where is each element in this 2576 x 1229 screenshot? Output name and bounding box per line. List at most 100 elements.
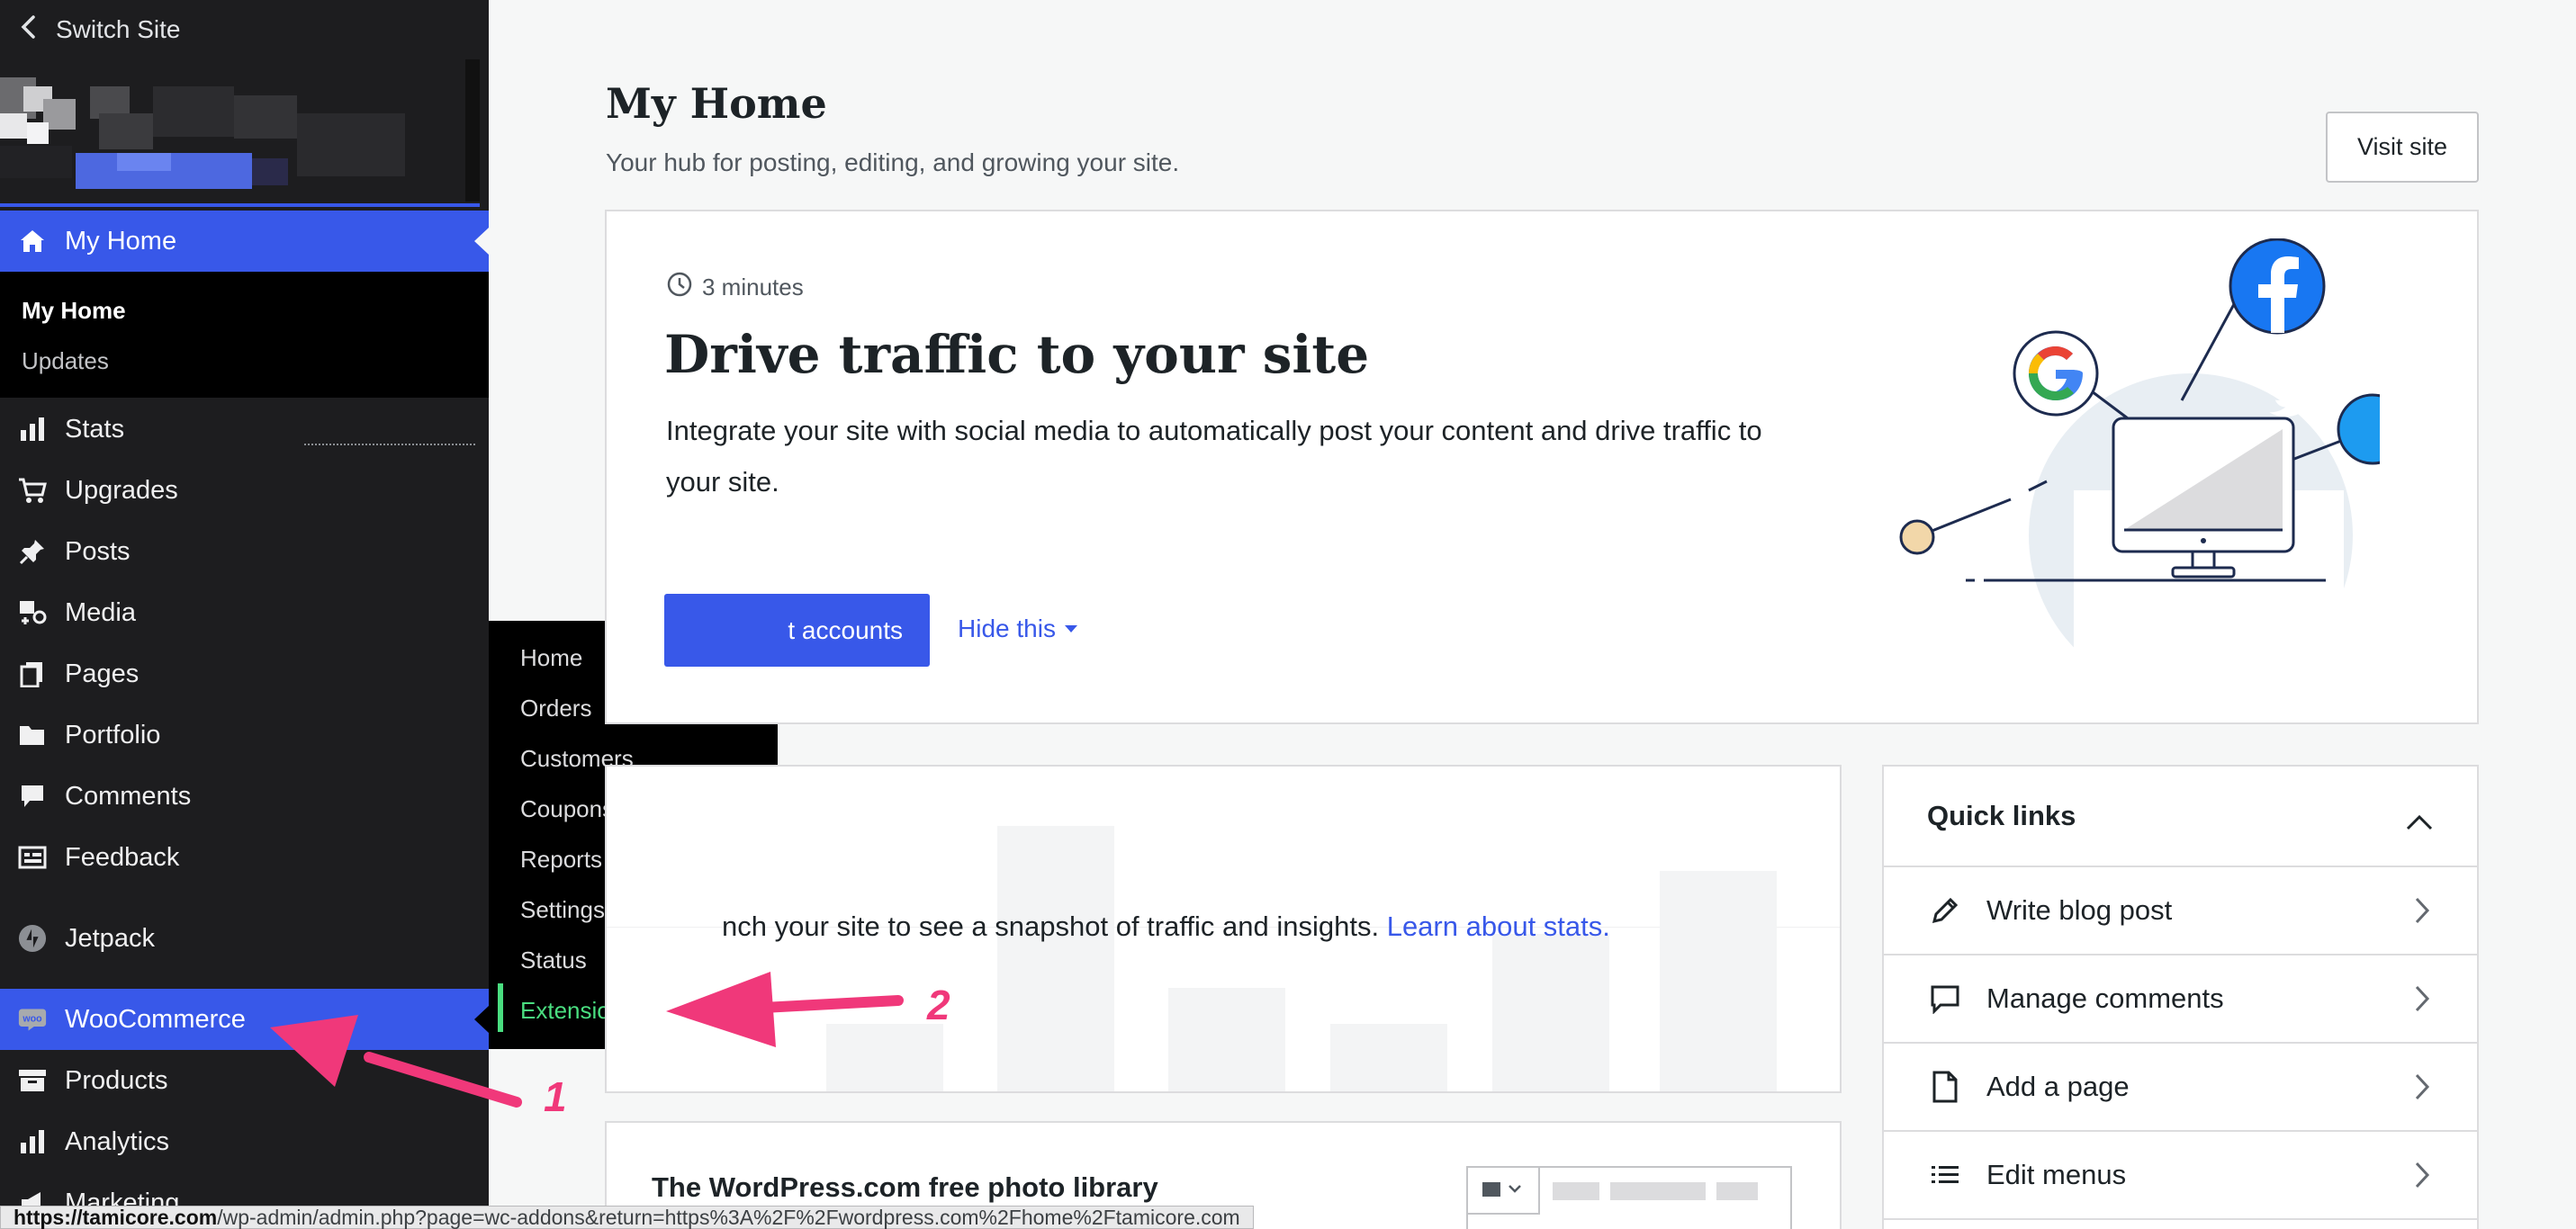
sidebar-item-label: Media	[65, 597, 136, 627]
analytics-icon	[18, 1127, 47, 1156]
flyout-item-settings[interactable]: Settings	[520, 896, 605, 924]
facebook-icon	[2229, 238, 2326, 335]
annotation-number-1: 1	[544, 1073, 567, 1120]
feedback-icon	[18, 843, 47, 872]
chevron-right-icon	[2414, 1161, 2430, 1197]
sidebar-item-label: Analytics	[65, 1126, 170, 1156]
page-title: My Home	[606, 79, 827, 128]
flyout-item-status[interactable]: Status	[520, 946, 587, 974]
media-icon	[18, 598, 47, 627]
quick-link-label: Edit menus	[1986, 1159, 2127, 1190]
photo-library-title: The WordPress.com free photo library	[652, 1171, 1158, 1203]
sidebar-item-analytics[interactable]: Analytics	[0, 1111, 489, 1172]
chevron-right-icon	[2414, 1072, 2430, 1108]
sidebar-item-label: Posts	[65, 536, 131, 566]
comment-icon	[18, 782, 47, 811]
pin-icon	[18, 537, 47, 566]
hide-this-label: Hide this	[958, 614, 1056, 642]
quick-link-label: Add a page	[1986, 1071, 2130, 1102]
photo-library-illustration	[1466, 1166, 1792, 1229]
placeholder-bar	[1168, 988, 1285, 1091]
flyout-current-indicator	[498, 983, 503, 1032]
browser-status-bar: https://tamicore.com/wp-admin/admin.php?…	[0, 1206, 1254, 1229]
sidebar-item-label: Pages	[65, 659, 140, 688]
sidebar: Switch Site My Home My Home Updates Stat…	[0, 0, 489, 1229]
sidebar-item-my-home[interactable]: My Home	[0, 211, 489, 272]
quick-link-edit-menus[interactable]: Edit menus	[1884, 1132, 2477, 1220]
sidebar-item-label: My Home	[65, 226, 177, 256]
svg-text:woo: woo	[22, 1014, 42, 1025]
placeholder-bar	[1660, 871, 1777, 1091]
sidebar-item-upgrades[interactable]: Upgrades	[0, 460, 489, 521]
sidebar-item-stats[interactable]: Stats	[0, 399, 489, 460]
home-icon	[18, 227, 47, 256]
submenu-item-my-home[interactable]: My Home	[22, 297, 126, 325]
hide-this-dropdown[interactable]: Hide this	[958, 614, 1077, 643]
sidebar-item-pages[interactable]: Pages	[0, 643, 489, 704]
sidebar-item-label: Portfolio	[65, 720, 161, 749]
submenu-item-updates[interactable]: Updates	[22, 347, 109, 375]
my-home-submenu: My Home Updates	[0, 272, 489, 398]
sidebar-item-label: Products	[65, 1065, 168, 1095]
sidebar-item-comments[interactable]: Comments	[0, 766, 489, 827]
stats-sparkline	[304, 444, 475, 445]
flyout-item-orders[interactable]: Orders	[520, 695, 591, 722]
sidebar-item-label: Comments	[65, 781, 192, 811]
status-url-path: /wp-admin/admin.php?page=wc-addons&retur…	[217, 1206, 1240, 1229]
status-url-host: https://tamicore.com	[14, 1206, 218, 1229]
clock-icon	[666, 271, 702, 304]
quick-links-card: Quick links Write blog post Manage comme…	[1882, 765, 2479, 1229]
flyout-item-home[interactable]: Home	[520, 644, 582, 672]
flyout-item-coupons[interactable]: Coupons	[520, 795, 614, 823]
sidebar-item-products[interactable]: Products	[0, 1050, 489, 1111]
quick-link-label: Manage comments	[1986, 982, 2224, 1014]
annotation-number-2: 2	[927, 982, 950, 1028]
sidebar-item-label: WooCommerce	[65, 1004, 246, 1034]
quick-link-add-a-page[interactable]: Add a page	[1884, 1044, 2477, 1132]
visit-site-button[interactable]: Visit site	[2326, 112, 2479, 183]
chevron-right-icon	[2414, 984, 2430, 1020]
placeholder-bar	[1330, 1024, 1447, 1091]
sidebar-item-jetpack[interactable]: Jetpack	[0, 908, 489, 969]
site-list-scrollbar[interactable]	[465, 59, 480, 202]
connect-accounts-button[interactable]: t accounts	[664, 594, 930, 667]
sidebar-item-portfolio[interactable]: Portfolio	[0, 704, 489, 766]
sidebar-item-label: Jetpack	[65, 923, 155, 953]
folder-icon	[18, 721, 47, 749]
sidebar-item-media[interactable]: Media	[0, 582, 489, 643]
social-media-illustration	[1899, 238, 2380, 670]
page-subtitle: Your hub for posting, editing, and growi…	[606, 148, 1180, 176]
placeholder-bar	[826, 1024, 943, 1091]
woo-icon: woo	[18, 1005, 47, 1034]
quick-link-write-blog-post[interactable]: Write blog post	[1884, 867, 2477, 955]
sidebar-item-label: Upgrades	[65, 475, 178, 505]
placeholder-bar	[997, 826, 1114, 1091]
pencil-icon	[1927, 893, 1963, 928]
switch-site-label: Switch Site	[56, 15, 181, 43]
site-underline	[0, 203, 480, 207]
sidebar-item-label: Stats	[65, 414, 125, 444]
stats-message-text: nch your site to see a snapshot of traff…	[722, 911, 1380, 942]
google-icon	[2013, 330, 2099, 417]
flyout-item-reports[interactable]: Reports	[520, 846, 602, 874]
quick-link-manage-comments[interactable]: Manage comments	[1884, 955, 2477, 1044]
list-icon	[1927, 1157, 1963, 1193]
chevron-up-icon[interactable]	[2405, 806, 2434, 839]
sidebar-item-woocommerce[interactable]: woo WooCommerce	[0, 989, 489, 1050]
site-header-blurred[interactable]	[0, 59, 489, 211]
stats-card: nch your site to see a snapshot of traff…	[605, 765, 1842, 1093]
archive-icon	[18, 1066, 47, 1095]
sidebar-item-feedback[interactable]: Feedback	[0, 827, 489, 888]
comment-icon	[1927, 981, 1963, 1017]
jetpack-icon	[18, 924, 47, 953]
learn-about-stats-link[interactable]: Learn about stats.	[1387, 911, 1610, 942]
sidebar-item-posts[interactable]: Posts	[0, 521, 489, 582]
page-icon	[1927, 1069, 1963, 1105]
placeholder-bar	[1492, 934, 1609, 1091]
chevron-right-icon	[2414, 896, 2430, 932]
switch-site-button[interactable]: Switch Site	[0, 0, 489, 59]
chevron-left-icon	[20, 14, 36, 46]
stats-icon	[18, 415, 47, 444]
traffic-card-title: Drive traffic to your site	[664, 324, 1370, 385]
quick-links-header[interactable]: Quick links	[1884, 767, 2477, 867]
